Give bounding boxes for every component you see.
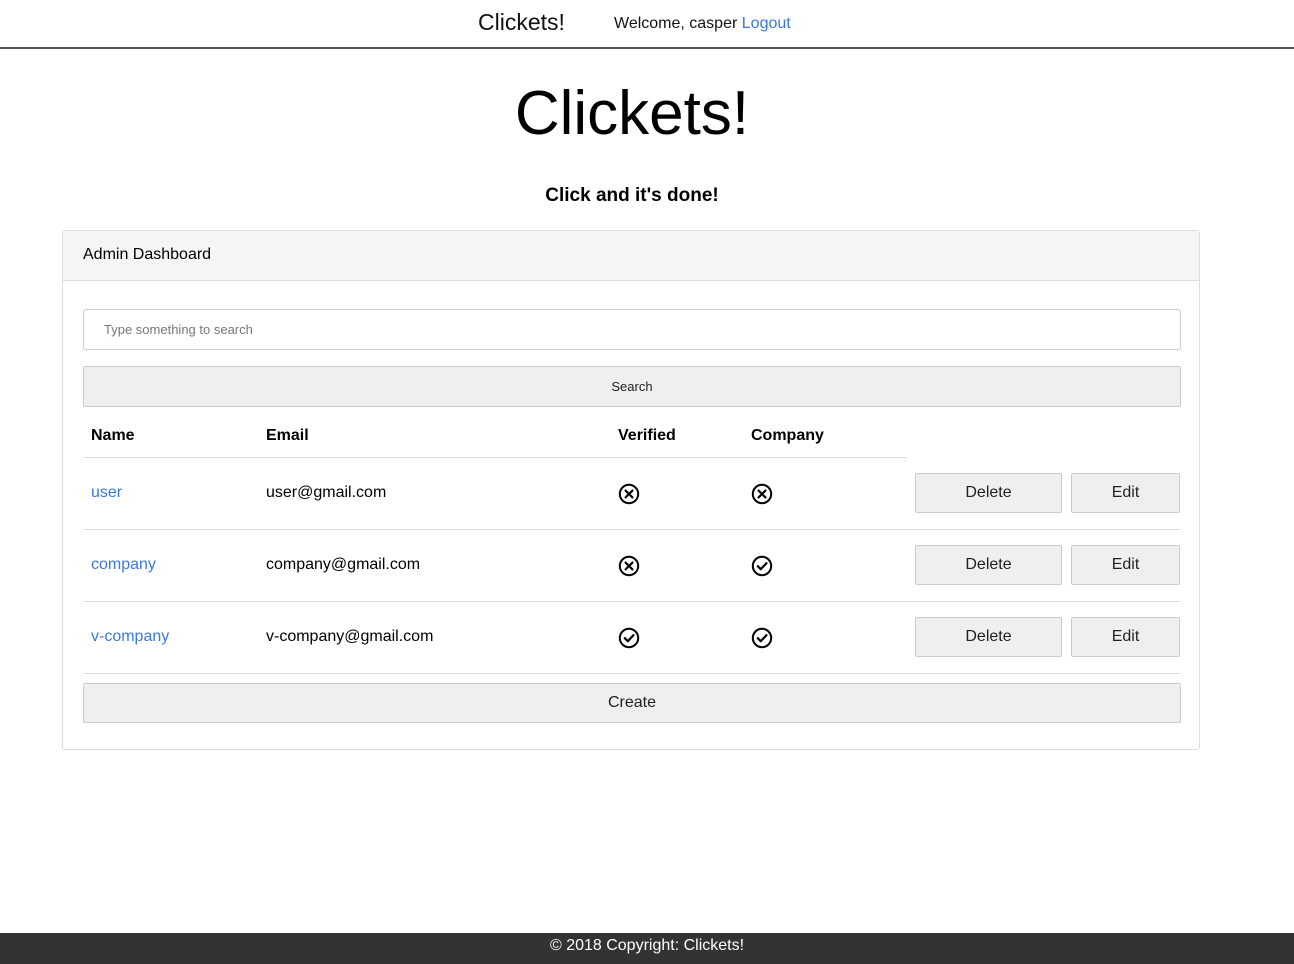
user-email: company@gmail.com: [266, 556, 421, 573]
delete-button[interactable]: Delete: [915, 545, 1062, 585]
edit-button[interactable]: Edit: [1071, 473, 1180, 513]
footer: © 2018 Copyright: Clickets!: [0, 933, 1294, 964]
footer-copyright: © 2018 Copyright: Clickets!: [549, 937, 745, 954]
table-row: v-company v-company@gmail.com Delete Edi…: [83, 602, 1181, 674]
x-circle-icon: [751, 483, 773, 505]
panel-heading: Admin Dashboard: [63, 231, 1199, 281]
check-circle-icon: [751, 555, 773, 577]
page-title: Clickets!: [514, 79, 750, 148]
page-tagline: Click and it's done!: [545, 185, 719, 206]
edit-button[interactable]: Edit: [1071, 617, 1180, 657]
navbar-brand[interactable]: Clickets!: [478, 9, 565, 36]
check-circle-icon: [751, 627, 773, 649]
welcome-text: Welcome, casper: [614, 15, 738, 32]
admin-dashboard-panel: Admin Dashboard Search Name Email Verifi…: [62, 230, 1200, 750]
search-input[interactable]: [83, 309, 1181, 350]
create-button[interactable]: Create: [83, 683, 1181, 723]
x-circle-icon: [618, 555, 640, 577]
table-header: Name Email Verified Company: [83, 417, 907, 458]
x-circle-icon: [618, 483, 640, 505]
top-navbar: Clickets! Welcome, casper Logout: [0, 0, 1294, 49]
column-header-email: Email: [266, 427, 309, 444]
column-header-name: Name: [91, 427, 135, 444]
user-email: user@gmail.com: [266, 484, 387, 501]
delete-button[interactable]: Delete: [915, 617, 1062, 657]
user-name-link[interactable]: company: [91, 556, 156, 574]
logout-link[interactable]: Logout: [742, 15, 791, 32]
user-name-link[interactable]: user: [91, 484, 122, 502]
column-header-company: Company: [751, 427, 824, 444]
check-circle-icon: [618, 627, 640, 649]
edit-button[interactable]: Edit: [1071, 545, 1180, 585]
column-header-verified: Verified: [618, 427, 676, 444]
table-row: company company@gmail.com Delete Edit: [83, 530, 1181, 602]
user-name-link[interactable]: v-company: [91, 628, 169, 646]
user-email: v-company@gmail.com: [266, 628, 434, 645]
delete-button[interactable]: Delete: [915, 473, 1062, 513]
welcome-area: Welcome, casper Logout: [614, 15, 791, 33]
table-row: user user@gmail.com Delete Edit: [83, 458, 1181, 530]
search-button[interactable]: Search: [83, 366, 1181, 407]
users-table: Name Email Verified Company user user@gm…: [83, 417, 1181, 674]
